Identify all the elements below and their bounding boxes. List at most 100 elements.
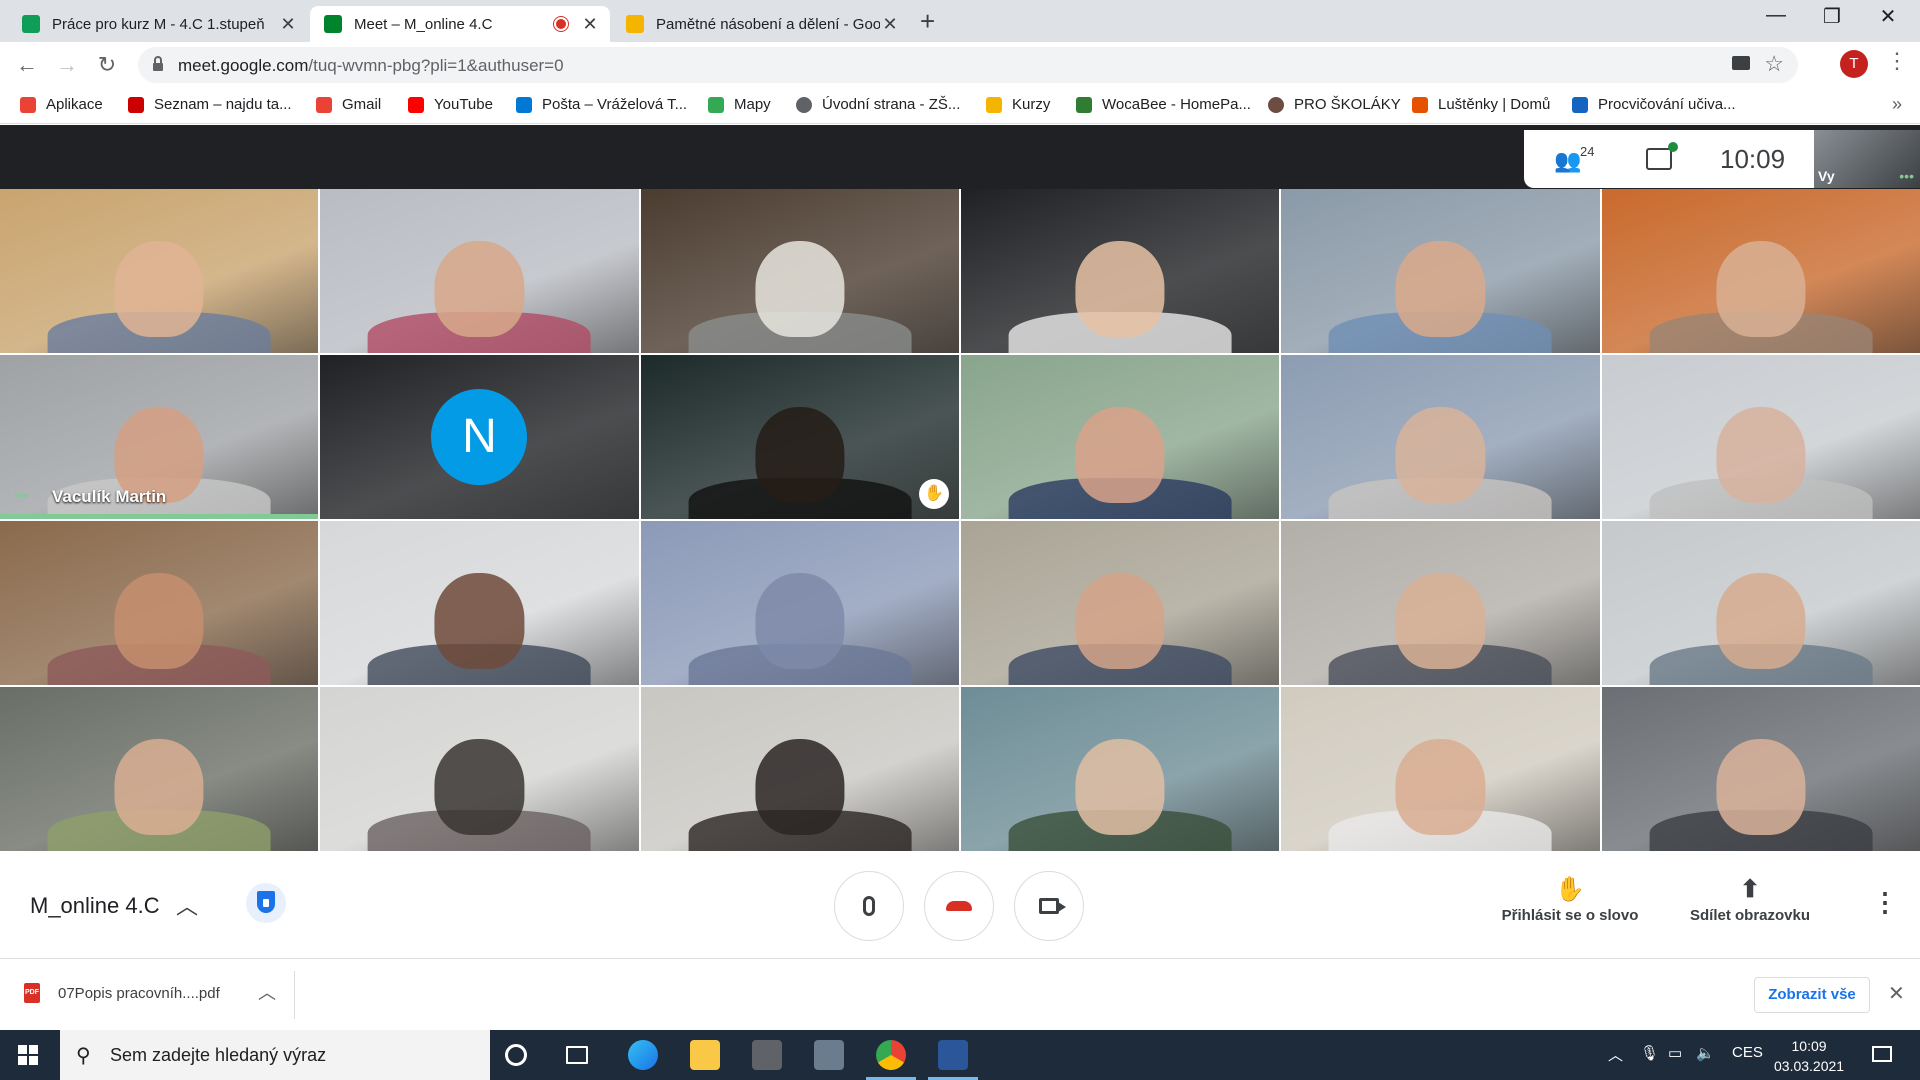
participant-tile[interactable] <box>1281 355 1600 519</box>
outlook-icon <box>516 96 532 113</box>
host-controls-shield-icon[interactable] <box>246 883 286 923</box>
close-tab-icon[interactable]: ✕ <box>880 14 900 35</box>
download-item[interactable]: PDF 07Popis pracovníh....pdf <box>24 983 220 1003</box>
present-screen-button[interactable]: ⬆ Sdílet obrazovku <box>1680 873 1820 924</box>
input-language[interactable]: CES <box>1732 1044 1763 1061</box>
taskbar-search-box[interactable]: ⚲ Sem zadejte hledaný výraz <box>60 1030 490 1080</box>
battery-icon[interactable]: ▭ <box>1668 1044 1682 1062</box>
forward-button[interactable]: → <box>52 50 82 80</box>
minimize-button[interactable]: — <box>1756 4 1796 27</box>
reload-button[interactable]: ↻ <box>92 50 122 80</box>
profile-avatar[interactable]: T <box>1840 50 1868 78</box>
participant-tile[interactable] <box>961 687 1280 851</box>
meeting-title[interactable]: M_online 4.C <box>30 893 160 919</box>
participant-tile[interactable]: ✋ <box>640 355 959 519</box>
bookmark-star-icon[interactable]: ☆ <box>1764 51 1784 77</box>
participant-name: Vaculík Martin <box>52 487 167 506</box>
bookmark-gmail[interactable]: Gmail <box>316 96 381 113</box>
bookmark-pro-skolaky[interactable]: PRO ŠKOLÁKY <box>1268 96 1401 113</box>
close-downloads-icon[interactable]: ✕ <box>1888 981 1905 1006</box>
url-host: meet.google.com <box>178 56 309 75</box>
word-icon[interactable] <box>928 1040 978 1080</box>
chevron-up-icon[interactable]: ︿ <box>258 979 276 1005</box>
close-window-button[interactable]: ✕ <box>1868 4 1908 29</box>
bookmark-label: Úvodní strana - ZŠ... <box>822 96 961 113</box>
participant-tile[interactable] <box>1601 687 1920 851</box>
file-explorer-icon[interactable] <box>690 1040 720 1070</box>
participant-face <box>1716 241 1806 337</box>
participant-face <box>1075 407 1165 503</box>
maximize-button[interactable]: ❐ <box>1812 4 1852 29</box>
participant-tile[interactable] <box>1281 687 1600 851</box>
chrome-icon[interactable] <box>866 1040 916 1080</box>
volume-icon[interactable]: 🔈 <box>1696 1044 1715 1062</box>
task-view-icon[interactable] <box>566 1046 588 1064</box>
raise-hand-button[interactable]: ✋ Přihlásit se o slovo <box>1490 873 1650 924</box>
participant-tile[interactable] <box>961 189 1280 353</box>
microphone-button[interactable] <box>834 871 904 941</box>
participant-tile[interactable] <box>320 189 639 353</box>
self-view-thumbnail[interactable]: Vy ••• <box>1814 130 1920 188</box>
bookmark-lustenky[interactable]: Luštěnky | Domů <box>1412 96 1550 113</box>
bookmark-uvodni[interactable]: Úvodní strana - ZŠ... <box>796 96 960 113</box>
bookmark-seznam[interactable]: Seznam – najdu ta... <box>128 96 292 113</box>
address-bar[interactable]: meet.google.com/tuq-wvmn-pbg?pli=1&authu… <box>138 47 1798 83</box>
participant-tile[interactable] <box>1281 521 1600 685</box>
tab-meet[interactable]: Meet – M_online 4.C ✕ <box>310 6 610 42</box>
participant-face <box>434 739 525 835</box>
participant-tile[interactable] <box>1601 521 1920 685</box>
participant-tile[interactable] <box>320 687 639 851</box>
cortana-icon[interactable] <box>505 1044 527 1066</box>
notifications-icon[interactable] <box>1872 1046 1892 1062</box>
participant-tile[interactable] <box>640 687 959 851</box>
close-tab-icon[interactable]: ✕ <box>278 14 298 35</box>
bookmark-mapy[interactable]: Mapy <box>708 96 771 113</box>
bookmark-youtube[interactable]: YouTube <box>408 96 493 113</box>
bookmark-kurzy[interactable]: Kurzy <box>986 96 1050 113</box>
show-all-downloads-button[interactable]: Zobrazit vše <box>1754 977 1870 1013</box>
participant-tile[interactable] <box>1281 189 1600 353</box>
participant-tile[interactable] <box>0 521 319 685</box>
bookmark-posta[interactable]: Pošta – Vráželová T... <box>516 96 687 113</box>
back-button[interactable]: ← <box>12 50 42 80</box>
chevron-up-icon[interactable]: ︿ <box>176 889 198 921</box>
participant-tile[interactable] <box>1601 189 1920 353</box>
tab-course[interactable]: Práce pro kurz M - 4.C 1.stupeň ✕ <box>8 6 308 42</box>
store-icon[interactable] <box>752 1040 782 1070</box>
camera-button[interactable] <box>1014 871 1084 941</box>
bookmark-wocabee[interactable]: WocaBee - HomePa... <box>1076 96 1251 113</box>
participant-tile[interactable] <box>320 521 639 685</box>
chat-icon[interactable] <box>1646 142 1678 170</box>
close-tab-icon[interactable]: ✕ <box>580 14 600 35</box>
participant-tile[interactable] <box>640 521 959 685</box>
participant-tile[interactable] <box>961 355 1280 519</box>
windows-start-icon[interactable] <box>18 1045 38 1065</box>
show-hidden-icons-icon[interactable]: ︿ <box>1608 1044 1623 1065</box>
edge-icon[interactable] <box>628 1040 658 1070</box>
participant-tile[interactable] <box>961 521 1280 685</box>
bookmark-procvicovani[interactable]: Procvičování učiva... <box>1572 96 1736 113</box>
taskbar-clock[interactable]: 10:09 03.03.2021 <box>1774 1036 1844 1076</box>
bookmarks-overflow-icon[interactable]: » <box>1892 94 1902 115</box>
leave-call-button[interactable] <box>924 871 994 941</box>
url-text: meet.google.com/tuq-wvmn-pbg?pli=1&authu… <box>178 56 564 76</box>
participant-tile[interactable] <box>640 189 959 353</box>
apps-grid-icon <box>20 96 36 113</box>
browser-menu-icon[interactable]: ⋮ <box>1886 48 1908 74</box>
participant-tile[interactable] <box>1601 355 1920 519</box>
bookmark-apps[interactable]: Aplikace <box>20 96 103 113</box>
calculator-icon[interactable] <box>814 1040 844 1070</box>
participant-tile[interactable]: N <box>320 355 639 519</box>
fox-icon <box>1412 96 1428 113</box>
camera-in-use-icon[interactable] <box>1732 56 1750 70</box>
participant-tile[interactable] <box>0 687 319 851</box>
microphone-tray-icon[interactable]: 🎙 <box>1640 1044 1659 1062</box>
more-options-icon[interactable]: ⋮ <box>1872 887 1898 918</box>
gmail-icon <box>316 96 332 113</box>
participant-face <box>114 241 204 337</box>
new-tab-button[interactable]: + <box>920 6 935 37</box>
tab-pametne[interactable]: Pamětné násobení a dělení - Goo ✕ <box>612 6 910 42</box>
participant-tile[interactable]: ••• Vaculík Martin <box>0 355 319 519</box>
participant-tile[interactable] <box>0 189 319 353</box>
people-icon[interactable]: 👥 <box>1554 148 1581 174</box>
